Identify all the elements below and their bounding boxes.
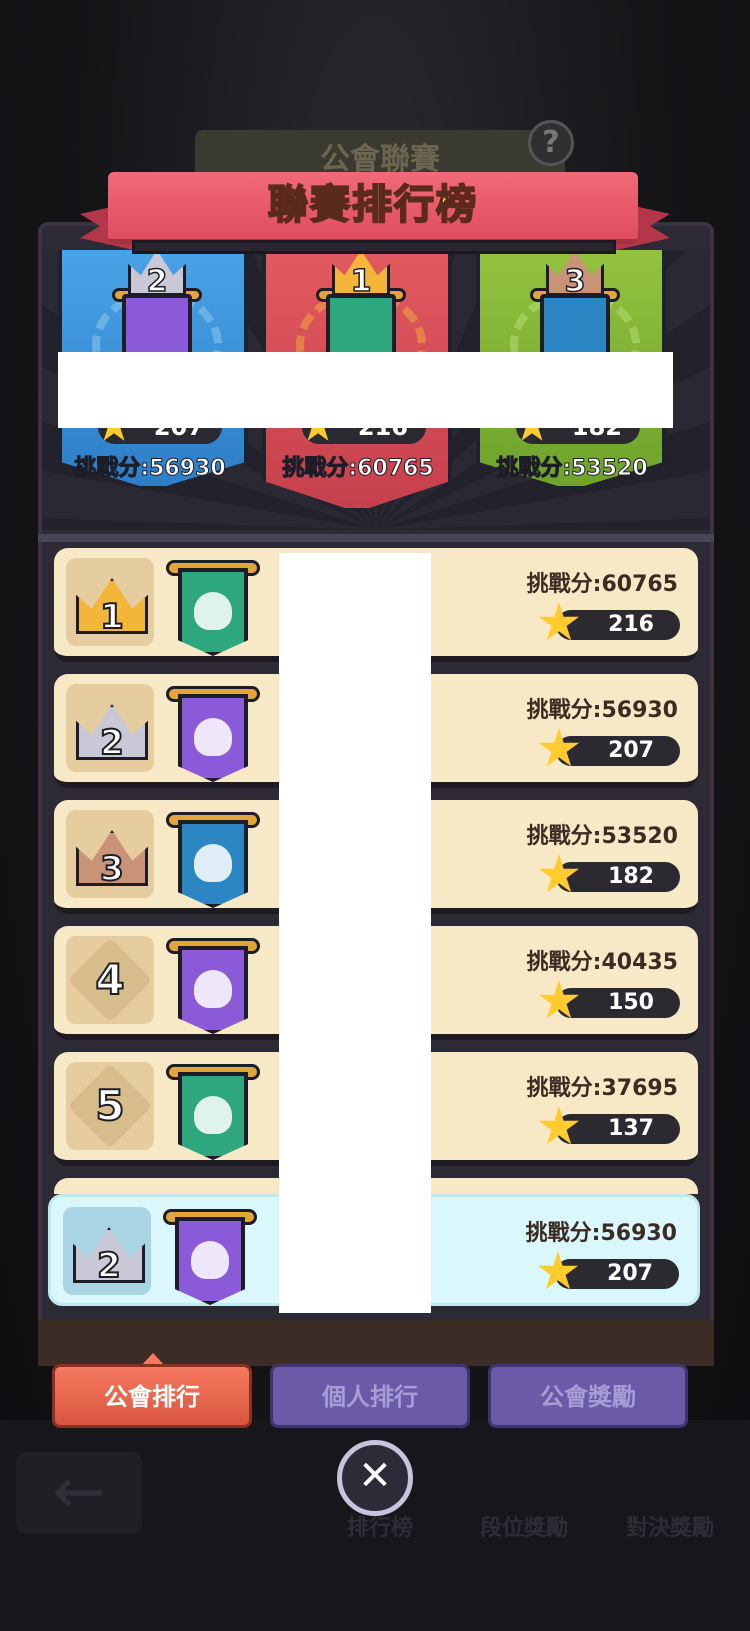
close-icon[interactable]: ✕ xyxy=(337,1440,413,1516)
redacted-names-column xyxy=(279,553,431,1313)
guild-flag-icon xyxy=(166,1064,260,1160)
star-count: 182 xyxy=(556,862,680,892)
nav-item-duel-rewards[interactable]: 對決獎勵 xyxy=(626,1510,714,1542)
bronze-crown-icon: 3 xyxy=(546,250,604,296)
podium-score-2: 挑戰分:56930 xyxy=(74,456,226,482)
star-count: 216 xyxy=(556,610,680,640)
guild-flag-icon xyxy=(163,1209,257,1305)
star-count: 137 xyxy=(556,1114,680,1144)
title-ribbon: 聯賽排行榜 xyxy=(108,172,638,244)
guild-flag-icon xyxy=(166,686,260,782)
title-underbar xyxy=(132,240,616,254)
gold-crown-icon: 1 xyxy=(332,250,390,296)
guild-flag-icon xyxy=(166,812,260,908)
challenge-score: 挑戰分:40435 xyxy=(526,950,678,975)
challenge-score: 挑戰分:56930 xyxy=(526,698,678,723)
guild-flag-icon xyxy=(166,938,260,1034)
redacted-names-block xyxy=(58,352,673,428)
challenge-score: 挑戰分:60765 xyxy=(526,572,678,597)
podium-score-3: 挑戰分:53520 xyxy=(496,456,648,482)
podium-score-1: 挑戰分:60765 xyxy=(282,456,434,482)
nav-item-tier-rewards[interactable]: 段位獎勵 xyxy=(480,1510,568,1542)
star-count: 207 xyxy=(556,736,680,766)
rank-number: 4 xyxy=(94,954,125,1005)
challenge-score: 挑戰分:37695 xyxy=(526,1076,678,1101)
star-count: 150 xyxy=(556,988,680,1018)
challenge-score: 挑戰分:56930 xyxy=(525,1221,677,1246)
tab-personal-ranking[interactable]: 個人排行 xyxy=(270,1364,470,1428)
silver-crown-icon: 2 xyxy=(128,250,186,296)
star-count: 207 xyxy=(555,1259,679,1289)
back-arrow-icon[interactable]: ← xyxy=(16,1452,142,1534)
challenge-score: 挑戰分:53520 xyxy=(526,824,678,849)
rank-number: 5 xyxy=(94,1080,125,1131)
page-title: 聯賽排行榜 xyxy=(267,181,478,229)
panel-base xyxy=(38,1320,714,1366)
tab-guild-ranking[interactable]: 公會排行 xyxy=(52,1364,252,1428)
divider xyxy=(38,534,714,542)
guild-flag-icon xyxy=(166,560,260,656)
tab-guild-rewards[interactable]: 公會獎勵 xyxy=(488,1364,688,1428)
question-icon: ? xyxy=(528,120,574,166)
